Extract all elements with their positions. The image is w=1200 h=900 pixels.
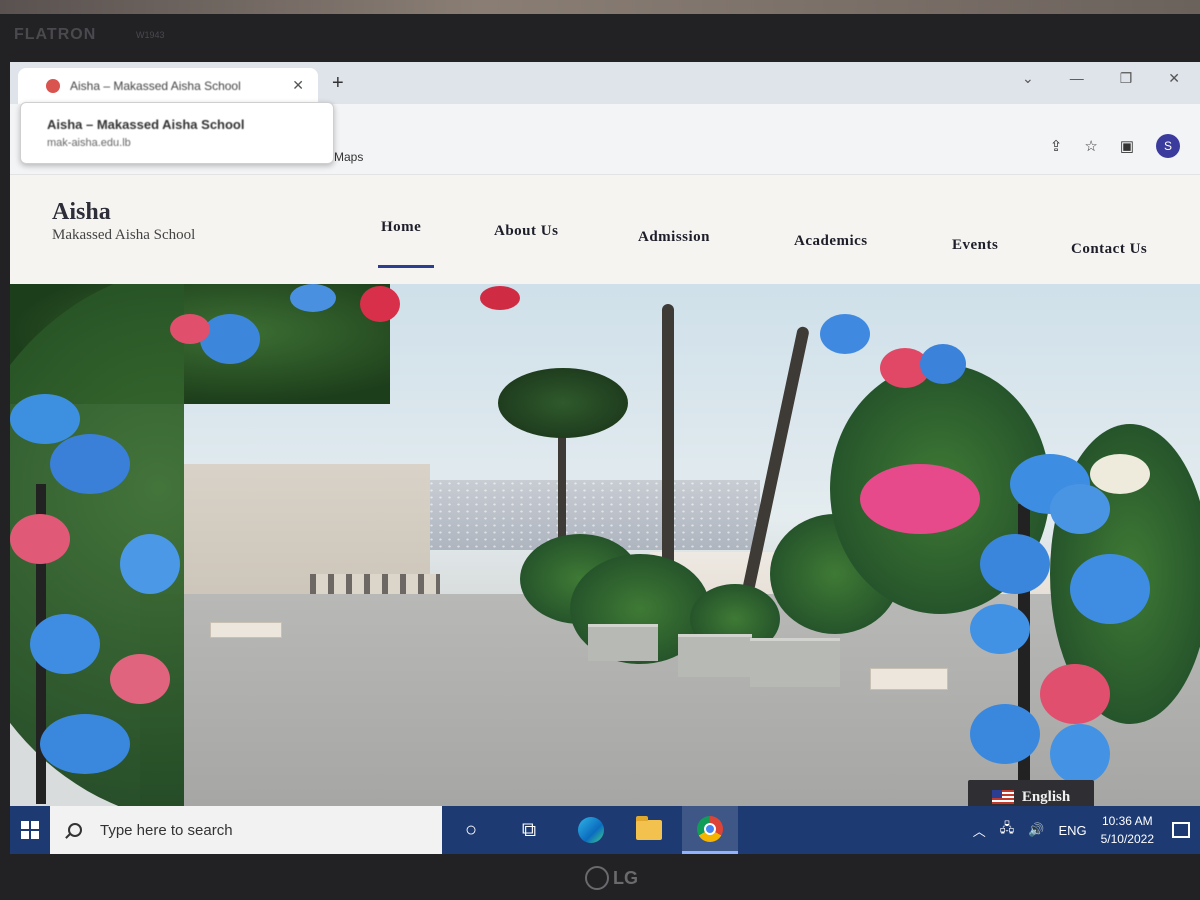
screen: Aisha – Makassed Aisha School ✕ + ⌄ — ❐ … [10,62,1200,854]
nav-contact-us[interactable]: Contact Us [1071,241,1147,258]
cortana-icon[interactable]: ○ [456,816,486,844]
bench [210,622,282,638]
clock-date: 5/10/2022 [1100,832,1154,846]
flower [1090,454,1150,494]
us-flag-icon [991,790,1014,804]
tab-hover-card: Aisha – Makassed Aisha School mak-aisha.… [20,102,334,164]
nav-admission[interactable]: Admission [638,229,710,246]
edge-icon [578,817,604,843]
network-icon[interactable]: 🖧 [1000,819,1015,841]
flower [920,344,966,384]
nav-academics[interactable]: Academics [794,233,868,250]
planter [588,624,658,661]
new-tab-button[interactable]: + [332,72,344,95]
tab-search-icon[interactable]: ⌄ [1022,70,1034,87]
flower [970,604,1030,654]
start-button[interactable] [10,806,50,854]
flower [1050,724,1110,784]
window-controls: ⌄ — ❐ ✕ [1022,70,1180,87]
flower [120,534,180,594]
flower [110,654,170,704]
hero-image [10,284,1200,806]
browser-tab[interactable]: Aisha – Makassed Aisha School ✕ [18,68,318,104]
system-tray: ︿ 🖧 🔊 ENG 10:36 AM 5/10/2022 [973,806,1200,854]
search-icon [68,823,82,837]
sidebar-icon[interactable]: ▣ [1120,137,1134,155]
flower [970,704,1040,764]
monitor-brand: FLATRON [14,26,97,43]
flower [40,714,130,774]
site-header: Aisha Makassed Aisha School Home About U… [10,174,1200,285]
planter [750,638,840,687]
search-placeholder: Type here to search [100,821,233,839]
palm-top [498,368,628,438]
planter [678,634,752,677]
chrome-icon [697,816,723,842]
task-view-icon[interactable]: ⧉ [514,816,544,844]
input-language[interactable]: ENG [1058,823,1086,838]
taskbar-file-explorer[interactable] [634,816,664,844]
taskbar-chrome[interactable] [682,806,738,854]
main-nav: Home About Us Admission Academics Events… [10,175,1200,285]
bench [870,668,948,690]
nav-about-us[interactable]: About Us [494,223,558,240]
flower [360,286,400,322]
bookmark-maps[interactable]: Maps [334,150,363,164]
windows-taskbar: Type here to search ○ ⧉ ︿ 🖧 🔊 ENG 10:36 … [10,806,1200,854]
flower [170,314,210,344]
tab-title: Aisha – Makassed Aisha School [70,79,241,93]
flower [1050,484,1110,534]
palm-trunk [662,304,674,584]
flower [980,534,1050,594]
flower [860,464,980,534]
flower [290,284,336,312]
flower [820,314,870,354]
flower [10,394,80,444]
restore-icon[interactable]: ❐ [1120,70,1133,87]
chrome-icon-wrap [697,816,723,842]
monitor-logo-text: LG [613,867,638,888]
flower [10,514,70,564]
monitor-logo: LG [585,866,638,890]
windows-logo-icon [21,821,39,839]
flower [480,286,520,310]
chevron-up-icon[interactable]: ︿ [973,821,986,840]
lg-circle-icon [585,866,609,890]
nav-home[interactable]: Home [381,219,421,236]
share-icon[interactable]: ⇪ [1050,137,1063,155]
hover-card-title: Aisha – Makassed Aisha School [47,117,245,132]
flower [1040,664,1110,724]
close-window-icon[interactable]: ✕ [1168,70,1180,87]
taskbar-clock[interactable]: 10:36 AM 5/10/2022 [1101,812,1154,848]
flower [50,434,130,494]
close-tab-icon[interactable]: ✕ [292,77,304,94]
flower [200,314,260,364]
site-favicon-icon [46,79,60,93]
taskbar-search[interactable]: Type here to search [50,806,442,854]
browser-tab-bar: Aisha – Makassed Aisha School ✕ + ⌄ — ❐ … [10,62,1200,104]
flower [30,614,100,674]
hover-card-url: mak-aisha.edu.lb [47,137,131,149]
bookmark-star-icon[interactable]: ☆ [1084,137,1097,155]
notifications-icon[interactable] [1172,822,1190,838]
clock-time: 10:36 AM [1101,814,1153,828]
language-label: English [1021,788,1071,805]
active-nav-indicator [378,265,434,268]
folder-icon [636,816,662,840]
toolbar-icons: ⇪ ☆ ▣ S [1050,134,1180,158]
nav-events[interactable]: Events [952,237,998,254]
profile-avatar[interactable]: S [1156,134,1180,158]
volume-icon[interactable]: 🔊 [1028,822,1044,838]
monitor-model: W1943 [136,30,165,40]
taskbar-edge[interactable] [576,816,606,844]
flower [1070,554,1150,624]
minimize-icon[interactable]: — [1070,70,1084,87]
